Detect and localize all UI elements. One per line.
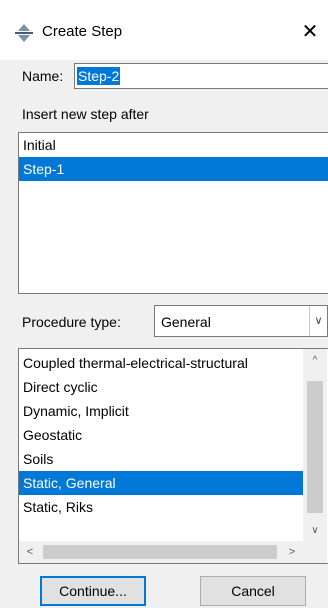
procedure-list-item[interactable]: Direct cyclic bbox=[19, 375, 303, 399]
scroll-right-icon[interactable]: > bbox=[281, 541, 303, 563]
procedure-list-item[interactable]: Geostatic bbox=[19, 423, 303, 447]
vertical-scroll-thumb[interactable] bbox=[307, 381, 323, 513]
horizontal-scrollbar[interactable]: < > bbox=[19, 541, 327, 563]
step-list[interactable]: Initial Step-1 bbox=[18, 132, 328, 294]
cancel-button[interactable]: Cancel bbox=[200, 576, 306, 606]
window-title: Create Step bbox=[42, 23, 123, 40]
name-label: Name: bbox=[22, 68, 64, 84]
continue-button[interactable]: Continue... bbox=[40, 576, 146, 606]
name-row: Name: Step-2 bbox=[0, 62, 328, 92]
scroll-down-icon[interactable]: ∨ bbox=[303, 519, 327, 543]
procedure-list-item[interactable]: Coupled thermal-electrical-structural bbox=[19, 351, 303, 375]
insert-after-label: Insert new step after bbox=[22, 106, 149, 122]
close-button[interactable]: ✕ bbox=[296, 18, 324, 46]
procedure-list-item[interactable]: Static, Riks bbox=[19, 495, 303, 519]
chevron-down-icon[interactable]: ∨ bbox=[309, 306, 327, 336]
step-list-item[interactable]: Initial bbox=[19, 133, 328, 157]
procedure-list-item[interactable]: Dynamic, Implicit bbox=[19, 399, 303, 423]
procedure-type-label: Procedure type: bbox=[22, 314, 121, 330]
step-list-item-selected[interactable]: Step-1 bbox=[19, 157, 328, 181]
name-value: Step-2 bbox=[77, 67, 121, 85]
procedure-type-value: General bbox=[161, 314, 211, 330]
procedure-list[interactable]: Coupled thermal-electrical-structural Di… bbox=[18, 348, 328, 564]
procedure-type-select[interactable]: General ∨ bbox=[154, 305, 328, 337]
procedure-list-item-selected[interactable]: Static, General bbox=[19, 471, 303, 495]
vertical-scrollbar[interactable]: ^ ∨ bbox=[303, 349, 327, 543]
name-field[interactable]: Step-2 bbox=[74, 63, 328, 89]
scroll-up-icon[interactable]: ^ bbox=[303, 349, 327, 373]
title-bar: Create Step ✕ bbox=[0, 0, 328, 60]
scroll-left-icon[interactable]: < bbox=[19, 541, 41, 563]
step-icon bbox=[15, 24, 33, 42]
close-icon: ✕ bbox=[301, 21, 319, 43]
horizontal-scroll-thumb[interactable] bbox=[43, 545, 277, 559]
procedure-list-item[interactable]: Soils bbox=[19, 447, 303, 471]
